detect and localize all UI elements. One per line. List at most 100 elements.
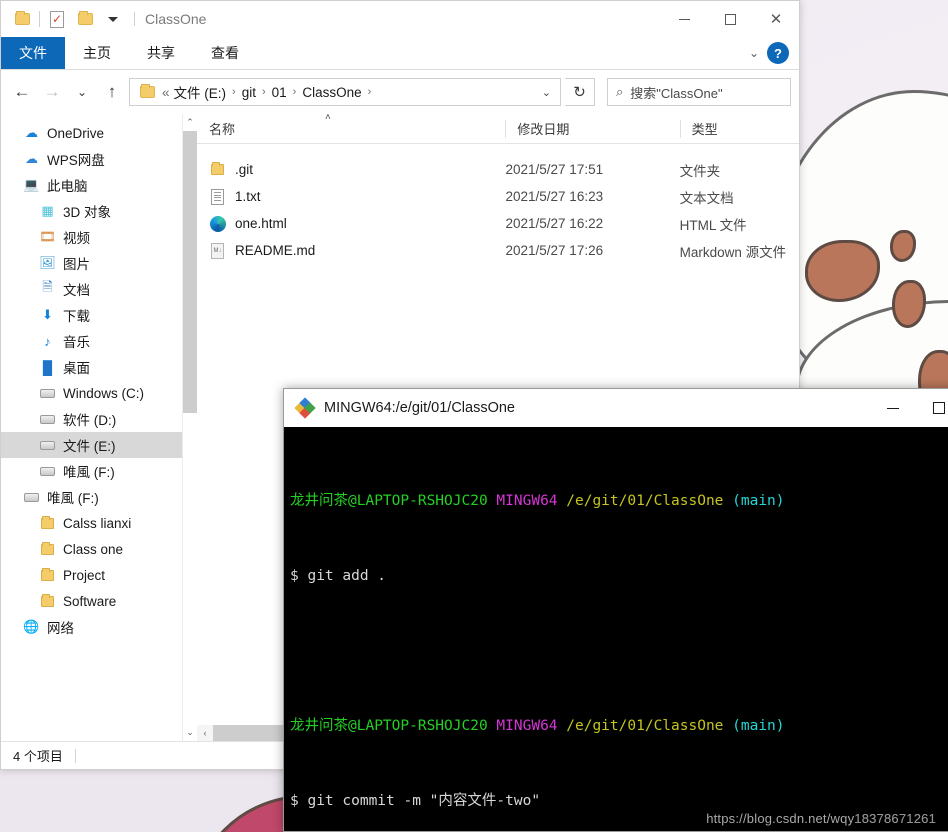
sidebar-item-drive-f-root[interactable]: 唯風 (F:): [1, 484, 197, 510]
terminal-output[interactable]: 龙井问茶@LAPTOP-RSHOJC20 MINGW64 /e/git/01/C…: [284, 427, 948, 831]
sidebar-item-label: WPS网盘: [47, 153, 105, 168]
table-row[interactable]: M↓ README.md 2021/5/27 17:26 Markdown 源文…: [197, 237, 799, 264]
tab-file[interactable]: 文件: [1, 37, 65, 69]
sidebar-item-label: 3D 对象: [63, 205, 112, 220]
window-controls: ✕: [661, 1, 799, 37]
sidebar-item-drive-d[interactable]: 软件 (D:): [1, 406, 197, 432]
explorer-title-bar: ✓ ClassOne ✕: [1, 1, 799, 37]
desktop-icon: █: [42, 359, 53, 375]
up-button[interactable]: ↑: [99, 79, 125, 105]
properties-icon[interactable]: ✓: [46, 8, 68, 30]
maximize-button[interactable]: [707, 1, 753, 37]
terminal-prompt-line: 龙井问茶@LAPTOP-RSHOJC20 MINGW64 /e/git/01/C…: [290, 489, 948, 514]
close-button[interactable]: ✕: [753, 1, 799, 37]
navigation-scrollbar[interactable]: ⌃ ⌄: [182, 114, 197, 741]
breadcrumb-separator-1[interactable]: ›: [230, 86, 238, 98]
sidebar-item-project[interactable]: Project: [1, 562, 197, 588]
sidebar-item-label: Class one: [63, 541, 124, 557]
scrollbar-track[interactable]: [183, 131, 197, 724]
sidebar-item-3d-objects[interactable]: ▦ 3D 对象: [1, 198, 197, 224]
folder-icon[interactable]: [11, 8, 33, 30]
terminal-prompt-line: 龙井问茶@LAPTOP-RSHOJC20 MINGW64 /e/git/01/C…: [290, 714, 948, 739]
edge-html-icon: [209, 215, 226, 232]
sidebar-item-calss-lianxi[interactable]: Calss lianxi: [1, 510, 197, 536]
breadcrumb-separator-2[interactable]: ›: [260, 86, 268, 98]
sidebar-item-documents[interactable]: 🗎 文档: [1, 276, 197, 302]
breadcrumb-overflow[interactable]: «: [162, 85, 170, 100]
qat-divider: [39, 11, 40, 27]
pictures-icon: 🖼: [39, 255, 56, 270]
terminal-minimize-button[interactable]: [870, 389, 916, 427]
back-button[interactable]: ←: [9, 79, 35, 105]
sidebar-item-this-pc[interactable]: 💻 此电脑: [1, 172, 197, 198]
minimize-button[interactable]: [661, 1, 707, 37]
sidebar-item-drive-e[interactable]: 文件 (E:): [1, 432, 197, 458]
prompt-shell: MINGW64: [496, 718, 558, 734]
sidebar-item-desktop[interactable]: █ 桌面: [1, 354, 197, 380]
column-header-type[interactable]: 类型: [679, 114, 799, 144]
item-count-label: 4 个项目: [13, 749, 63, 764]
sidebar-item-label: 视频: [63, 231, 90, 246]
scrollbar-thumb[interactable]: [183, 131, 197, 413]
sidebar-item-label: 下载: [63, 309, 90, 324]
scroll-up-arrow[interactable]: ⌃: [183, 114, 197, 131]
sidebar-item-class-one[interactable]: Class one: [1, 536, 197, 562]
table-row[interactable]: 1.txt 2021/5/27 16:23 文本文档: [197, 183, 799, 210]
drive-icon: [23, 489, 40, 506]
file-date: 2021/5/27 17:51: [505, 162, 604, 177]
sidebar-item-label: 网络: [47, 621, 74, 636]
breadcrumb-separator-4[interactable]: ›: [366, 86, 374, 98]
breadcrumb-item-git[interactable]: git: [242, 85, 256, 100]
markdown-icon: M↓: [209, 242, 226, 259]
breadcrumb-item-drive[interactable]: 文件 (E:): [174, 82, 227, 102]
sidebar-item-windows-c[interactable]: Windows (C:): [1, 380, 197, 406]
breadcrumb-item-01[interactable]: 01: [272, 85, 287, 100]
table-row[interactable]: .git 2021/5/27 17:51 文件夹: [197, 156, 799, 183]
sidebar-item-wps-cloud[interactable]: ☁ WPS网盘: [1, 146, 197, 172]
column-header-date[interactable]: 修改日期: [505, 114, 679, 144]
sidebar-item-network[interactable]: 🌐 网络: [1, 614, 197, 640]
chevron-down-icon[interactable]: ⌄: [749, 46, 759, 60]
breadcrumb-item-classone[interactable]: ClassOne: [302, 85, 361, 100]
sidebar-item-label: 图片: [63, 257, 90, 272]
address-bar[interactable]: « 文件 (E:) › git › 01 › ClassOne › ⌄: [129, 78, 561, 106]
terminal-title-bar: MINGW64:/e/git/01/ClassOne: [284, 389, 948, 427]
file-name: one.html: [235, 216, 287, 231]
customize-dropdown-icon[interactable]: [102, 8, 124, 30]
downloads-icon: ⬇: [42, 307, 53, 322]
prompt-user: 龙井问茶@LAPTOP-RSHOJC20: [290, 493, 488, 509]
sidebar-item-label: 音乐: [63, 335, 90, 350]
address-dropdown-icon[interactable]: ⌄: [542, 86, 554, 99]
page-title: ClassOne: [134, 12, 206, 26]
tab-home[interactable]: 主页: [65, 37, 129, 69]
sidebar-item-onedrive[interactable]: ☁ OneDrive: [1, 120, 197, 146]
search-input[interactable]: ⌕ 搜索"ClassOne": [607, 78, 791, 106]
status-divider: [74, 748, 76, 763]
tab-share[interactable]: 共享: [129, 37, 193, 69]
new-folder-icon[interactable]: [74, 8, 96, 30]
scroll-down-arrow[interactable]: ⌄: [183, 724, 197, 741]
tab-view[interactable]: 查看: [193, 37, 257, 69]
sidebar-item-label: Calss lianxi: [63, 515, 132, 531]
column-header-name[interactable]: 名称: [197, 114, 505, 144]
help-icon[interactable]: ?: [767, 42, 789, 64]
sidebar-item-drive-f[interactable]: 唯風 (F:): [1, 458, 197, 484]
sidebar-item-label: 桌面: [63, 361, 90, 376]
forward-button[interactable]: →: [39, 79, 65, 105]
navigation-list: ☁ OneDrive ☁ WPS网盘 💻 此电脑 ▦ 3D 对象 🎞 视频 🖼 …: [1, 114, 197, 640]
scroll-left-arrow[interactable]: ‹: [197, 725, 213, 741]
recent-locations-icon[interactable]: ⌄: [69, 79, 95, 105]
terminal-maximize-button[interactable]: [916, 389, 948, 427]
sidebar-item-videos[interactable]: 🎞 视频: [1, 224, 197, 250]
network-icon: 🌐: [23, 619, 40, 634]
documents-icon: 🗎: [42, 279, 53, 294]
refresh-button[interactable]: ↻: [565, 78, 595, 106]
table-row[interactable]: one.html 2021/5/27 16:22 HTML 文件: [197, 210, 799, 237]
sidebar-item-pictures[interactable]: 🖼 图片: [1, 250, 197, 276]
sidebar-item-software[interactable]: Software: [1, 588, 197, 614]
sidebar-item-downloads[interactable]: ⬇ 下载: [1, 302, 197, 328]
file-type: HTML 文件: [679, 217, 747, 233]
wps-cloud-icon: ☁: [25, 151, 38, 166]
breadcrumb-separator-3[interactable]: ›: [291, 86, 299, 98]
sidebar-item-music[interactable]: ♪ 音乐: [1, 328, 197, 354]
